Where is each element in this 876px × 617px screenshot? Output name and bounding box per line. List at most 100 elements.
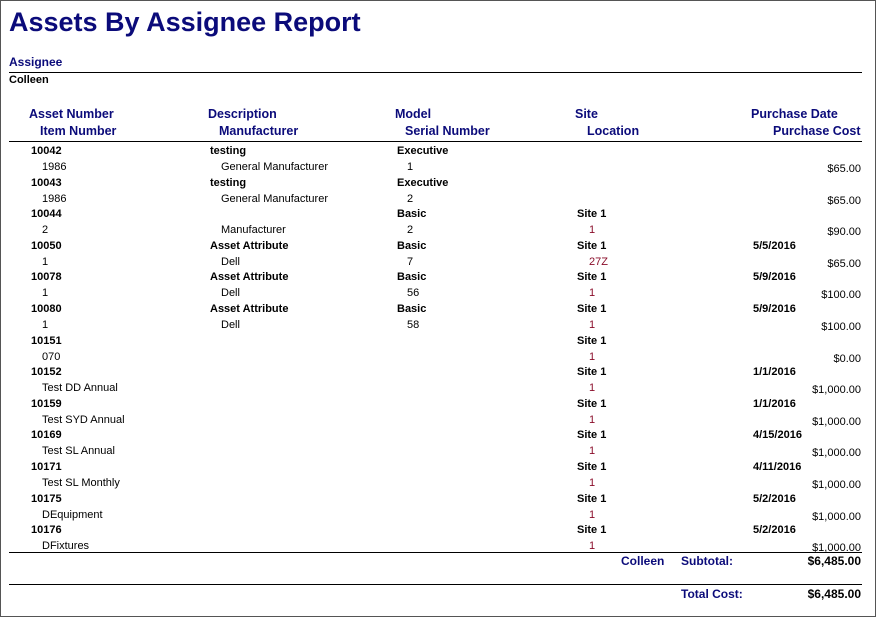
cell-serial-number: 7: [407, 255, 414, 268]
header-description: Description: [208, 107, 277, 121]
cell-serial-number: 1: [407, 161, 414, 173]
cell-location: 1: [589, 224, 596, 237]
cell-asset-number: 10050: [31, 239, 62, 252]
cell-item-number: Test SL Annual: [42, 445, 115, 458]
cell-model: Basic: [397, 271, 427, 284]
cell-serial-number: 56: [407, 287, 420, 300]
cell-description: Asset Attribute: [210, 239, 289, 252]
cell-location: 1: [589, 318, 596, 331]
cell-purchase-cost: $1,000.00: [812, 510, 861, 523]
cell-purchase-date: 1/1/2016: [753, 397, 796, 410]
cell-model: Basic: [397, 302, 427, 315]
asset-record: 10171 Site 1 4/11/2016 Test SL Monthly 1 $1,0…: [1, 459, 875, 491]
cell-site: Site 1: [577, 397, 607, 410]
cell-purchase-cost: $1,000.00: [812, 447, 861, 460]
header-model: Model: [395, 107, 432, 121]
cell-location: 1: [589, 508, 596, 521]
group-divider: [9, 72, 862, 73]
cell-site: Site 1: [577, 429, 607, 442]
cell-model: Basic: [397, 208, 427, 221]
asset-record: 10050 Asset Attribute Basic Site 1 5/5/2016 1…: [1, 238, 875, 270]
asset-record: 10176 Site 1 5/2/2016 DFixtures 1 $1,000.00: [1, 522, 875, 554]
asset-record: 10042 testing Executive 1986 General Manufac…: [1, 143, 875, 175]
cell-asset-number: 10176: [31, 524, 62, 537]
cell-location: 1: [589, 287, 596, 300]
header-purchase-date: Purchase Date: [751, 107, 838, 121]
cell-location: 1: [589, 382, 596, 395]
header-purchase-cost: Purchase Cost: [773, 124, 861, 138]
cell-location: 27Z: [589, 255, 608, 268]
cell-manufacturer: Dell: [221, 287, 240, 300]
header-site: Site: [575, 107, 598, 121]
asset-record: 10152 Site 1 1/1/2016 Test DD Annual 1 $1,000…: [1, 364, 875, 396]
cell-model: Basic: [397, 239, 427, 252]
cell-purchase-date: 5/9/2016: [753, 302, 796, 315]
cell-site: Site 1: [577, 271, 607, 284]
cell-location: 1: [589, 540, 596, 553]
cell-site: Site 1: [577, 302, 607, 315]
cell-asset-number: 10151: [31, 334, 62, 347]
cell-manufacturer: General Manufacturer: [221, 192, 328, 205]
assignee-name: Colleen: [9, 74, 49, 86]
cell-purchase-cost: $1,000.00: [812, 415, 861, 428]
cell-manufacturer: General Manufacturer: [221, 161, 328, 173]
asset-record: 10151 Site 1 070 1 $0.00: [1, 333, 875, 365]
cell-asset-number: 10080: [31, 302, 62, 315]
header-serial-number: Serial Number: [405, 124, 490, 138]
cell-purchase-date: 5/2/2016: [753, 492, 796, 505]
cell-site: Site 1: [577, 524, 607, 537]
cell-location: 1: [589, 350, 596, 363]
cell-item-number: DEquipment: [42, 508, 103, 521]
cell-site: Site 1: [577, 492, 607, 505]
cell-purchase-date: 4/11/2016: [753, 460, 802, 473]
cell-model: Executive: [397, 145, 449, 157]
cell-serial-number: 58: [407, 318, 420, 331]
cell-purchase-cost: $100.00: [821, 320, 861, 333]
cell-purchase-cost: $1,000.00: [812, 478, 861, 491]
cell-asset-number: 10169: [31, 429, 62, 442]
cell-asset-number: 10152: [31, 366, 62, 379]
subtotal-value: $6,485.00: [807, 554, 861, 568]
cell-item-number: 1986: [42, 161, 67, 173]
header-item-number: Item Number: [40, 124, 117, 138]
cell-site: Site 1: [577, 208, 607, 221]
asset-record: 10169 Site 1 4/15/2016 Test SL Annual 1 $1,00…: [1, 427, 875, 459]
cell-manufacturer: Dell: [221, 255, 240, 268]
cell-asset-number: 10159: [31, 397, 62, 410]
cell-asset-number: 10078: [31, 271, 62, 284]
cell-description: Asset Attribute: [210, 302, 289, 315]
cell-location: 1: [589, 413, 596, 426]
cell-item-number: 070: [42, 350, 61, 363]
cell-location: 1: [589, 445, 596, 458]
cell-purchase-date: 5/2/2016: [753, 524, 796, 537]
cell-manufacturer: Dell: [221, 318, 240, 331]
report-title: Assets By Assignee Report: [9, 7, 361, 37]
header-asset-number: Asset Number: [29, 107, 114, 121]
group-label: Assignee: [9, 55, 63, 69]
asset-record: 10175 Site 1 5/2/2016 DEquipment 1 $1,000.00: [1, 491, 875, 523]
cell-item-number: 1: [42, 255, 49, 268]
cell-item-number: Test DD Annual: [42, 382, 118, 395]
cell-purchase-cost: $0.00: [833, 352, 861, 365]
asset-list: 10042 testing Executive 1986 General Manufac…: [1, 143, 875, 554]
cell-purchase-cost: $90.00: [827, 226, 861, 239]
cell-purchase-cost: $65.00: [827, 257, 861, 270]
asset-record: 10044 Basic Site 1 2 Manufacturer 2 1 $90.00: [1, 206, 875, 238]
subtotal-divider: [9, 552, 862, 553]
cell-purchase-cost: $65.00: [827, 194, 861, 207]
header-manufacturer: Manufacturer: [219, 124, 299, 138]
cell-location: 1: [589, 476, 596, 489]
total-value: $6,485.00: [807, 587, 861, 601]
subtotal-assignee-name: Colleen: [621, 554, 665, 568]
cell-site: Site 1: [577, 460, 607, 473]
cell-asset-number: 10042: [31, 145, 62, 157]
cell-description: testing: [210, 176, 247, 189]
cell-purchase-cost: $65.00: [827, 163, 861, 175]
cell-purchase-cost: $1,000.00: [812, 384, 861, 397]
total-label: Total Cost:: [681, 587, 743, 601]
cell-purchase-date: 5/5/2016: [753, 239, 796, 252]
cell-item-number: Test SYD Annual: [42, 413, 125, 426]
asset-record: 10159 Site 1 1/1/2016 Test SYD Annual 1 $1,00…: [1, 396, 875, 428]
asset-record: 10080 Asset Attribute Basic Site 1 5/9/2016 1…: [1, 301, 875, 333]
report-page: Assets By Assignee Report Assignee Colle…: [0, 0, 876, 617]
